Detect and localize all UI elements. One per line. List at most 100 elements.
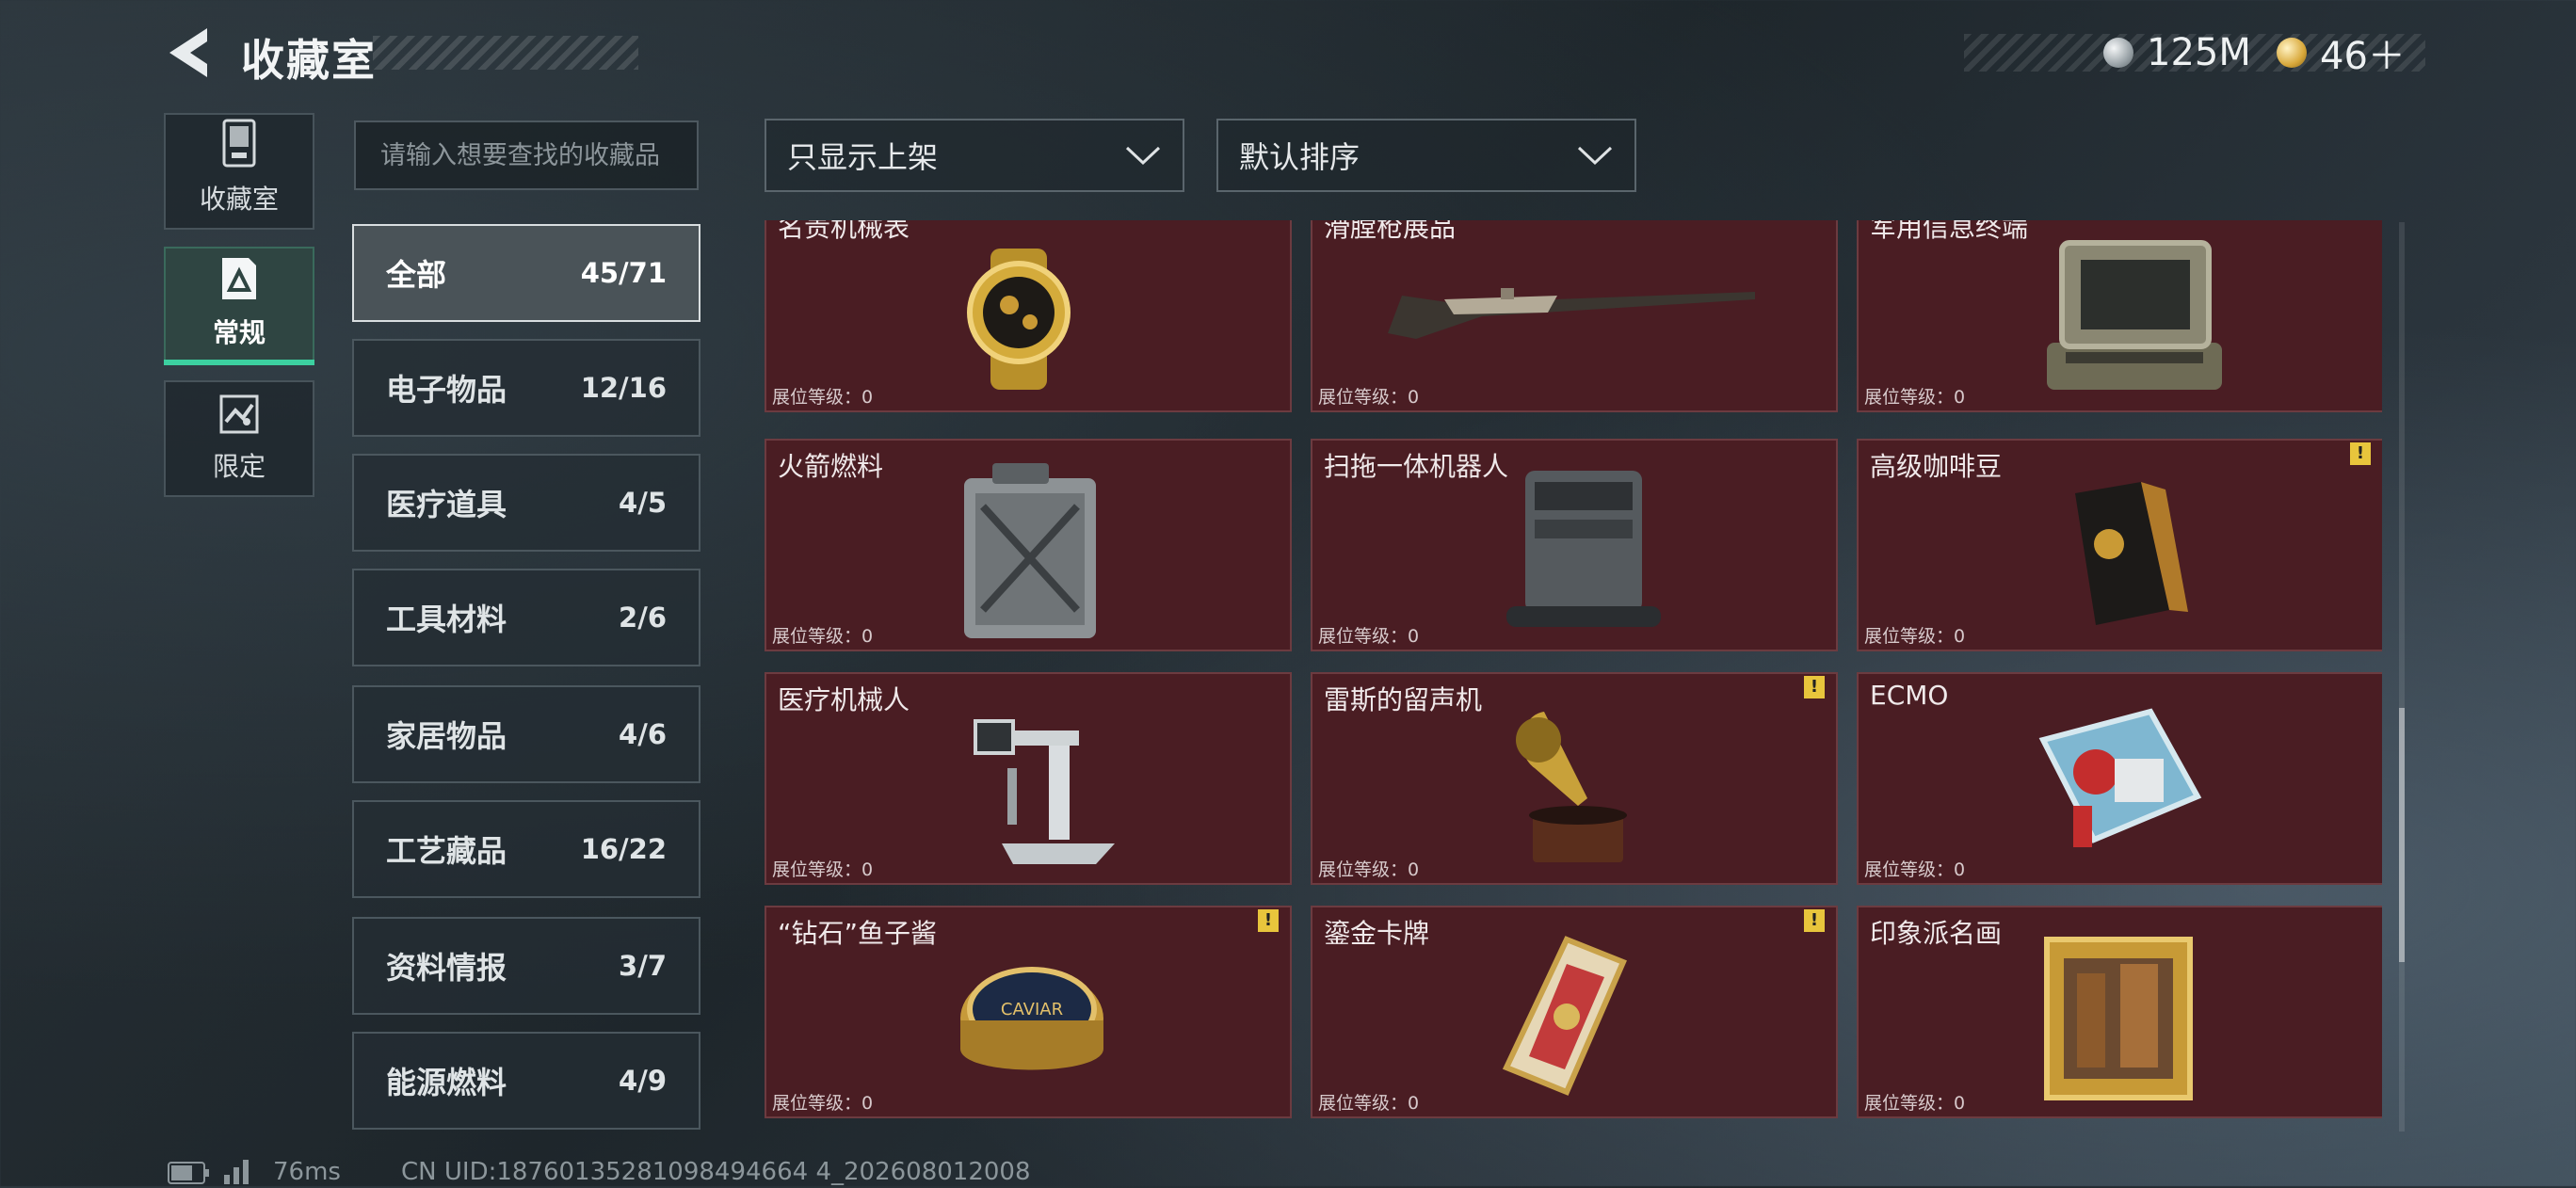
- item-name: 医疗机械人: [778, 684, 910, 715]
- gold-currency-value: 46＋: [2320, 35, 2406, 78]
- item-name: 印象派名画: [1870, 918, 2003, 949]
- category-all[interactable]: 全部 45/71: [352, 224, 700, 322]
- shelf-filter-dropdown[interactable]: 只显示上架: [765, 119, 1184, 192]
- item-name: 火箭燃料: [778, 451, 884, 482]
- item-card-robot-vacuum[interactable]: 扫拖一体机器人 展位等级：0: [1311, 439, 1838, 651]
- item-level: 展位等级：0: [1318, 859, 1420, 880]
- title-decoration: [373, 36, 638, 70]
- item-card-ecmo[interactable]: ECMO 展位等级：0: [1857, 672, 2382, 885]
- category-crafts[interactable]: 工艺藏品 16/22: [352, 800, 700, 898]
- category-count: 16/22: [580, 833, 667, 865]
- nav-regular-label: 常规: [212, 317, 266, 348]
- watch-icon: [967, 249, 1071, 390]
- category-count: 4/6: [619, 718, 667, 750]
- nav-limited-label: 限定: [212, 451, 266, 482]
- item-card-gold-card[interactable]: 鎏金卡牌 展位等级：0 !: [1311, 906, 1838, 1118]
- category-household[interactable]: 家居物品 4/6: [352, 685, 700, 783]
- item-name: 名贵机械表: [778, 220, 910, 243]
- category-electronics[interactable]: 电子物品 12/16: [352, 339, 700, 437]
- item-level: 展位等级：0: [772, 859, 874, 880]
- signal-icon: [222, 1156, 254, 1188]
- item-card-rocket-fuel[interactable]: 火箭燃料 展位等级：0: [765, 439, 1292, 651]
- item-name: 军用信息终端: [1870, 220, 2029, 243]
- item-name: “钻石”鱼子酱: [778, 918, 938, 949]
- item-name: 鎏金卡牌: [1324, 918, 1430, 949]
- item-card-painting[interactable]: 印象派名画 展位等级：0: [1857, 906, 2382, 1118]
- item-card-terminal[interactable]: 军用信息终端 展位等级：0: [1857, 220, 2382, 412]
- gold-coin-icon: [2277, 38, 2307, 68]
- warning-icon: !: [1258, 909, 1279, 932]
- item-level: 展位等级：0: [1864, 387, 1966, 408]
- vault-icon: [222, 119, 256, 168]
- nav-vault[interactable]: 收藏室: [164, 113, 314, 230]
- category-label: 工艺藏品: [386, 833, 507, 869]
- item-card-musket[interactable]: 滑膛枪展品 展位等级：0: [1311, 220, 1838, 412]
- musket-icon: [1388, 288, 1755, 339]
- item-name: 扫拖一体机器人: [1324, 451, 1509, 482]
- nav-limited[interactable]: 限定: [164, 380, 314, 497]
- category-label: 全部: [386, 257, 447, 293]
- item-level: 展位等级：0: [1864, 859, 1966, 880]
- chevron-down-icon: [1125, 146, 1161, 166]
- category-label: 工具材料: [386, 602, 507, 637]
- warning-icon: !: [1804, 676, 1825, 698]
- nav-regular[interactable]: 常规: [164, 247, 314, 363]
- category-count: 4/5: [619, 487, 667, 519]
- category-tools[interactable]: 工具材料 2/6: [352, 569, 700, 666]
- item-name: ECMO: [1870, 680, 1949, 711]
- item-card-gramophone[interactable]: 雷斯的留声机 展位等级：0 !: [1311, 672, 1838, 885]
- category-medical[interactable]: 医疗道具 4/5: [352, 454, 700, 552]
- sort-dropdown[interactable]: 默认排序: [1216, 119, 1636, 192]
- category-count: 3/7: [619, 950, 667, 982]
- category-count: 12/16: [580, 372, 667, 404]
- chevron-down-icon: [1577, 146, 1613, 166]
- item-level: 展位等级：0: [1318, 387, 1420, 408]
- gold-currency[interactable]: 46＋: [2277, 28, 2406, 78]
- grid-scroll-thumb[interactable]: [2399, 708, 2405, 962]
- silver-currency-value: 125M: [2147, 31, 2251, 74]
- category-energy[interactable]: 能源燃料 4/9: [352, 1032, 700, 1130]
- silver-coin-icon: [2103, 38, 2133, 68]
- caviar-label: CAVIAR: [1001, 1000, 1063, 1019]
- user-uid: CN UID:18760135281098494664 4_2026080120…: [401, 1158, 1031, 1186]
- item-name: 高级咖啡豆: [1870, 451, 2003, 482]
- collection-grid: 名贵机械表 展位等级：0 滑膛枪展品 展位等级：0 军用信息终端 展位等级：0: [759, 220, 2382, 1133]
- item-name: 雷斯的留声机: [1324, 684, 1483, 715]
- item-card-caviar[interactable]: CAVIAR “钻石”鱼子酱 展位等级：0 !: [765, 906, 1292, 1118]
- shelf-filter-value: 只显示上架: [787, 139, 939, 175]
- grid-scrollbar[interactable]: [2399, 222, 2405, 1132]
- category-count: 2/6: [619, 602, 667, 634]
- item-level: 展位等级：0: [1864, 626, 1966, 647]
- sort-value: 默认排序: [1239, 139, 1360, 175]
- page-title: 收藏室: [241, 35, 377, 86]
- item-level: 展位等级：0: [772, 626, 874, 647]
- ping-value: 76ms: [273, 1158, 341, 1186]
- category-count: 4/9: [619, 1065, 667, 1097]
- search-input[interactable]: [354, 120, 699, 190]
- category-intel[interactable]: 资料情报 3/7: [352, 917, 700, 1015]
- warning-icon: !: [2350, 442, 2371, 465]
- item-name: 滑膛枪展品: [1324, 220, 1457, 243]
- category-label: 家居物品: [386, 718, 507, 754]
- item-level: 展位等级：0: [772, 1093, 874, 1114]
- item-card-medical-robot[interactable]: 医疗机械人 展位等级：0: [765, 672, 1292, 885]
- nav-vault-label: 收藏室: [199, 184, 279, 215]
- category-label: 能源燃料: [386, 1065, 507, 1100]
- battery-icon: [168, 1162, 211, 1188]
- item-card-watch[interactable]: 名贵机械表 展位等级：0: [765, 220, 1292, 412]
- back-icon[interactable]: [166, 26, 211, 79]
- item-level: 展位等级：0: [1318, 626, 1420, 647]
- limited-icon: [219, 394, 259, 434]
- category-count: 45/71: [580, 257, 667, 289]
- terminal-icon: [2047, 240, 2222, 390]
- item-level: 展位等级：0: [1864, 1093, 1966, 1114]
- silver-currency: 125M: [2103, 28, 2251, 77]
- document-icon: [222, 258, 256, 299]
- nav-active-indicator: [164, 360, 314, 365]
- category-label: 电子物品: [386, 372, 507, 408]
- item-card-coffee-beans[interactable]: 高级咖啡豆 展位等级：0 !: [1857, 439, 2382, 651]
- category-label: 医疗道具: [386, 487, 507, 522]
- warning-icon: !: [1804, 909, 1825, 932]
- item-level: 展位等级：0: [772, 387, 874, 408]
- item-level: 展位等级：0: [1318, 1093, 1420, 1114]
